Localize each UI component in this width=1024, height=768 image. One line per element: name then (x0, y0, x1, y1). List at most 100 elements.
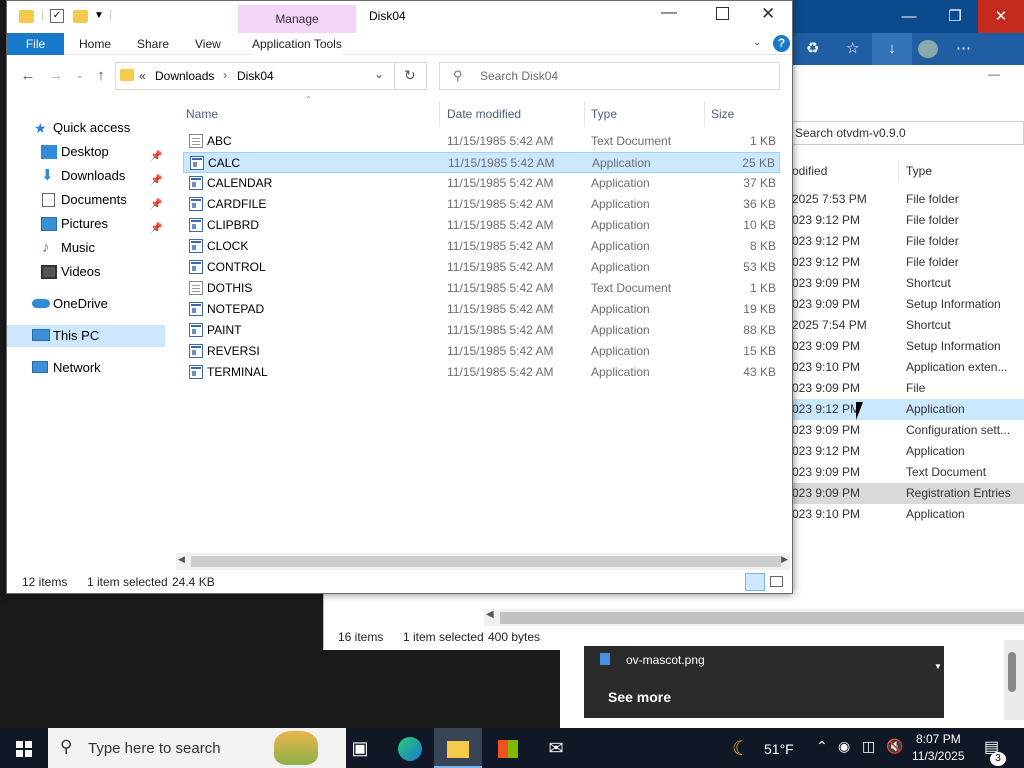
edge-close-button[interactable]: ✕ (978, 0, 1024, 33)
nav-this-pc[interactable]: This PC (7, 325, 165, 347)
breadcrumb-overflow[interactable]: « (139, 69, 146, 83)
column-divider[interactable] (584, 101, 585, 127)
bg-table-row[interactable]: 023 9:10 PM Application exten... (790, 357, 1024, 378)
edge-minimize-button[interactable]: — (886, 0, 932, 33)
nav-music[interactable]: ♪ Music (7, 237, 165, 259)
nav-videos[interactable]: Videos (7, 261, 165, 283)
expand-ribbon-icon[interactable]: ⌄ (753, 37, 761, 48)
bg-table-row[interactable]: 023 9:12 PM Application (790, 399, 1024, 420)
nav-quick-access[interactable]: ★ Quick access (7, 117, 165, 139)
close-button[interactable]: ✕ (761, 4, 775, 24)
copilot-icon[interactable] (990, 39, 1008, 57)
properties-icon[interactable]: ✓ (50, 9, 64, 23)
bg-table-row[interactable]: 023 9:12 PM File folder (790, 231, 1024, 252)
breadcrumb-separator[interactable]: › (223, 68, 227, 82)
meet-now-icon[interactable]: ◉ (838, 738, 850, 755)
file-row[interactable]: TERMINAL 11/15/1985 5:42 AM Application 43 … (183, 362, 780, 383)
bg-table-row[interactable]: 023 9:09 PM Setup Information (790, 336, 1024, 357)
notification-scroll-thumb[interactable] (1008, 652, 1016, 692)
back-button[interactable]: ← (17, 64, 39, 88)
search-input[interactable]: ⚲ Search Disk04 (439, 62, 780, 90)
file-row[interactable]: REVERSI 11/15/1985 5:42 AM Application 15 K… (183, 341, 780, 362)
clock-time[interactable]: 8:07 PM (916, 732, 961, 746)
tab-view[interactable]: View (195, 33, 221, 55)
scroll-thumb[interactable] (191, 556, 781, 567)
start-button[interactable] (0, 728, 48, 768)
bg-table-row[interactable]: 2025 7:53 PM File folder (790, 189, 1024, 210)
file-row[interactable]: CALENDAR 11/15/1985 5:42 AM Application 37 … (183, 173, 780, 194)
taskbar-search-box[interactable]: ⚲ Type here to search (48, 728, 346, 768)
address-bar[interactable]: « Downloads › Disk04 ⌄ ↻ (115, 62, 427, 90)
file-row[interactable]: DOTHIS 11/15/1985 5:42 AM Text Document 1 K… (183, 278, 780, 299)
panel-minimize-icon[interactable]: — (988, 67, 1000, 81)
details-view-button[interactable] (745, 573, 765, 591)
tab-share[interactable]: Share (137, 33, 169, 55)
show-hidden-icons[interactable]: ⌃ (816, 738, 828, 755)
downloads-icon[interactable]: ↓ (872, 33, 912, 65)
bg-table-row[interactable]: 023 9:09 PM Registration Entries (790, 483, 1024, 504)
scroll-left-icon[interactable]: ◀ (178, 554, 185, 565)
bg-table-row[interactable]: 023 9:12 PM Application (790, 441, 1024, 462)
see-more-link[interactable]: See more (608, 689, 671, 705)
favorites-icon[interactable]: ☆ (846, 39, 859, 57)
bg-table-row[interactable]: 023 9:12 PM File folder (790, 252, 1024, 273)
tab-file[interactable]: File (7, 33, 64, 55)
nav-network[interactable]: Network (7, 357, 165, 379)
task-view-icon[interactable]: ▣ (336, 728, 384, 768)
bg-table-row[interactable]: 023 9:12 PM File folder (790, 210, 1024, 231)
customize-toolbar-icon[interactable]: ▼ (94, 10, 104, 21)
background-search-input[interactable]: Search otvdm-v0.9.0 (790, 121, 1024, 145)
nav-documents[interactable]: Documents 📌 (7, 189, 165, 211)
bg-table-row[interactable]: 023 9:10 PM Application (790, 504, 1024, 525)
more-options-icon[interactable]: ⋯ (956, 39, 971, 57)
help-icon[interactable]: ? (773, 35, 790, 52)
edge-taskbar-icon[interactable] (386, 728, 434, 768)
bg-table-row[interactable]: 023 9:09 PM File (790, 378, 1024, 399)
store-taskbar-icon[interactable] (484, 728, 532, 768)
file-row[interactable]: ABC 11/15/1985 5:42 AM Text Document 1 KB (183, 131, 780, 152)
column-name[interactable]: Name (186, 103, 218, 125)
bg-table-row[interactable]: 023 9:09 PM Shortcut (790, 273, 1024, 294)
bg-table-row[interactable]: 023 9:09 PM Text Document (790, 462, 1024, 483)
file-row[interactable]: PAINT 11/15/1985 5:42 AM Application 88 KB (183, 320, 780, 341)
bg-table-row[interactable]: 023 9:09 PM Configuration sett... (790, 420, 1024, 441)
column-divider[interactable] (704, 101, 705, 127)
column-divider[interactable] (439, 101, 440, 127)
profile-avatar[interactable] (918, 40, 938, 58)
minimize-button[interactable]: — (661, 4, 677, 22)
file-explorer-taskbar-icon[interactable] (434, 728, 482, 768)
nav-desktop[interactable]: Desktop 📌 (7, 141, 165, 163)
refresh-icon[interactable]: ↻ (404, 67, 416, 84)
nav-onedrive[interactable]: OneDrive (7, 293, 165, 315)
file-row[interactable]: NOTEPAD 11/15/1985 5:42 AM Application 19 K… (183, 299, 780, 320)
network-tray-icon[interactable]: ◫ (862, 738, 875, 755)
large-icons-view-button[interactable] (770, 576, 783, 587)
address-dropdown-icon[interactable]: ⌄ (374, 67, 384, 81)
bg-scroll-thumb[interactable] (500, 612, 1024, 624)
up-button[interactable]: ↑ (90, 64, 112, 88)
weather-moon-icon[interactable]: ☾ (732, 736, 750, 761)
column-size[interactable]: Size (711, 103, 734, 125)
weather-temperature[interactable]: 51°F (764, 741, 794, 757)
mail-taskbar-icon[interactable]: ✉ (532, 728, 580, 768)
bg-column-type[interactable]: Type (906, 164, 932, 178)
recent-locations-icon[interactable]: ⌄ (69, 64, 91, 88)
maximize-button[interactable] (716, 7, 729, 20)
breadcrumb-disk04[interactable]: Disk04 (237, 69, 274, 83)
bg-scroll-left-icon[interactable]: ◀ (486, 609, 494, 620)
breadcrumb-downloads[interactable]: Downloads (155, 69, 214, 83)
column-date-modified[interactable]: Date modified (447, 103, 521, 125)
tab-home[interactable]: Home (79, 33, 111, 55)
extensions-icon[interactable]: ♻ (806, 39, 819, 57)
nav-pictures[interactable]: Pictures 📌 (7, 213, 165, 235)
nav-downloads[interactable]: ⬇ Downloads 📌 (7, 165, 165, 187)
column-type[interactable]: Type (591, 103, 617, 125)
file-row[interactable]: CALC 11/15/1985 5:42 AM Application 25 KB (183, 152, 780, 173)
notification-scrollbar[interactable] (1004, 640, 1024, 720)
tab-application-tools[interactable]: Application Tools (252, 33, 342, 55)
bg-column-modified[interactable]: odified (792, 164, 827, 178)
edge-restore-button[interactable]: ❐ (932, 0, 978, 33)
scroll-right-icon[interactable]: ▶ (781, 554, 788, 565)
bg-table-row[interactable]: 2025 7:54 PM Shortcut (790, 315, 1024, 336)
expand-chevron-icon[interactable]: ▼ (934, 662, 942, 671)
